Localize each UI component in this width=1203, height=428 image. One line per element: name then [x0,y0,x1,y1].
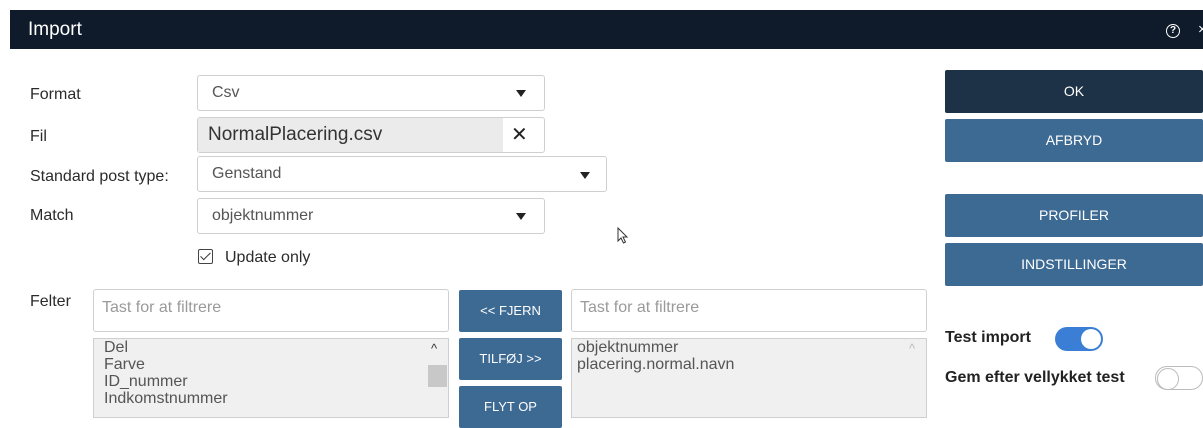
scroll-up-icon[interactable]: ^ [909,341,915,356]
save-after-test-toggle[interactable] [1155,366,1203,390]
close-icon[interactable]: × [1198,21,1203,38]
default-post-type-select[interactable]: Genstand [197,156,607,192]
save-after-test-label: Gem efter vellykket test [945,369,1125,386]
selected-fields-filter[interactable] [571,289,927,332]
chevron-down-icon [516,213,526,220]
selected-fields-list[interactable]: objektnummer placering.normal.navn ^ [571,338,927,418]
file-name: NormalPlacering.csv [198,118,503,152]
available-fields-scrollbar[interactable]: ^ [426,339,448,417]
scroll-up-icon[interactable]: ^ [431,341,437,356]
list-item[interactable]: Indkomstnummer [94,390,448,407]
remove-button[interactable]: << FJERN [459,290,562,332]
list-item[interactable]: Del [94,339,448,356]
available-fields-filter-input[interactable] [100,298,423,318]
mouse-cursor-icon [617,227,629,244]
list-item[interactable]: ID_nummer [94,373,448,390]
default-post-type-value: Genstand [212,165,282,182]
update-only-label[interactable]: Update only [225,249,310,267]
file-label: Fil [30,128,47,145]
test-import-toggle[interactable] [1055,327,1103,351]
clear-file-icon[interactable]: ✕ [511,122,528,147]
selected-fields-scrollbar[interactable]: ^ [904,339,926,417]
chevron-down-icon [580,172,590,179]
format-value: Csv [212,84,240,101]
default-post-type-label: Standard post type: [30,168,169,185]
list-item[interactable]: Farve [94,356,448,373]
test-import-label: Test import [945,329,1031,346]
settings-button[interactable]: INDSTILLINGER [945,243,1203,286]
file-field[interactable]: NormalPlacering.csv ✕ [197,117,545,153]
selected-fields-filter-input[interactable] [578,298,901,318]
move-up-button[interactable]: FLYT OP [459,386,562,428]
help-icon[interactable]: ? [1166,24,1180,38]
list-item[interactable]: placering.normal.navn [572,356,926,373]
format-select[interactable]: Csv [197,75,545,111]
ok-button[interactable]: OK [945,70,1203,113]
match-value: objektnummer [212,207,314,224]
chevron-down-icon [516,90,526,97]
profiles-button[interactable]: PROFILER [945,194,1203,237]
match-label: Match [30,207,74,224]
add-button[interactable]: TILFØJ >> [459,338,562,380]
dialog-title: Import [28,19,82,40]
scroll-thumb[interactable] [428,365,447,387]
fields-label: Felter [30,293,71,310]
list-item[interactable]: objektnummer [572,339,926,356]
available-fields-list[interactable]: Del Farve ID_nummer Indkomstnummer ^ [93,338,449,418]
match-select[interactable]: objektnummer [197,198,545,234]
dialog-titlebar: Import ? × [10,10,1203,49]
update-only-checkbox[interactable] [198,249,213,264]
available-fields-filter[interactable] [93,289,449,332]
format-label: Format [30,86,81,103]
cancel-button[interactable]: AFBRYD [945,119,1203,162]
